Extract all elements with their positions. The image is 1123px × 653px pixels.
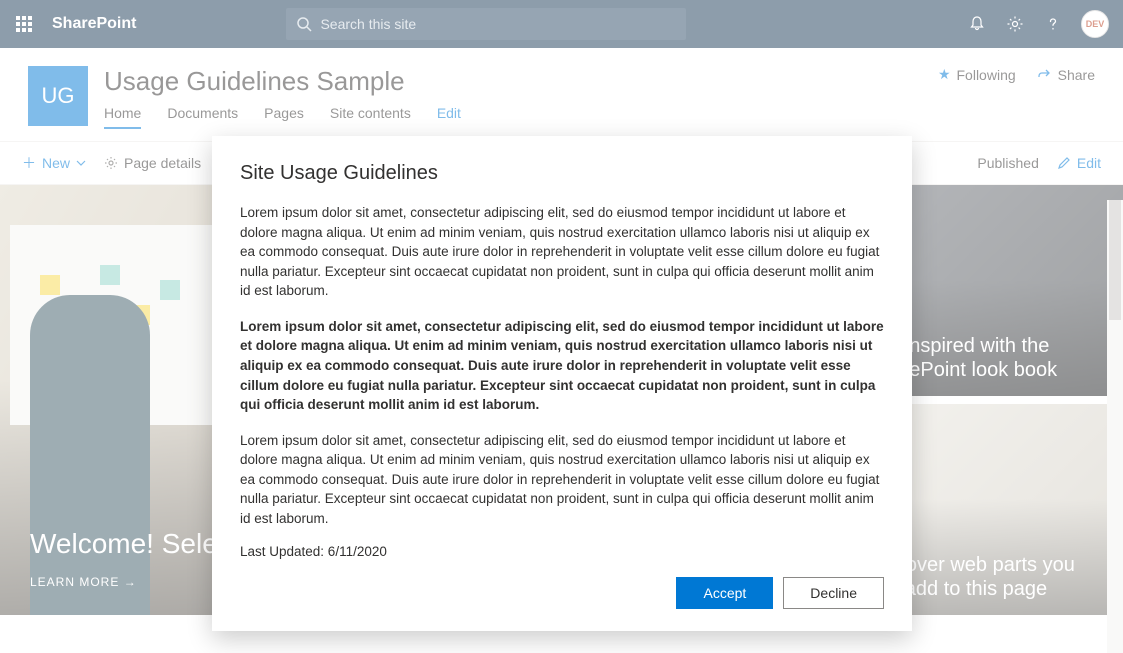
dialog-paragraph-3: Lorem ipsum dolor sit amet, consectetur …: [240, 431, 884, 529]
dialog-actions: Accept Decline: [240, 577, 884, 609]
dialog-last-updated: Last Updated: 6/11/2020: [240, 544, 884, 559]
dialog-paragraph-1: Lorem ipsum dolor sit amet, consectetur …: [240, 203, 884, 301]
usage-guidelines-dialog: Site Usage Guidelines Lorem ipsum dolor …: [212, 136, 912, 631]
decline-button[interactable]: Decline: [783, 577, 884, 609]
dialog-paragraph-2: Lorem ipsum dolor sit amet, consectetur …: [240, 317, 884, 415]
accept-button[interactable]: Accept: [676, 577, 773, 609]
dialog-title: Site Usage Guidelines: [240, 162, 884, 185]
